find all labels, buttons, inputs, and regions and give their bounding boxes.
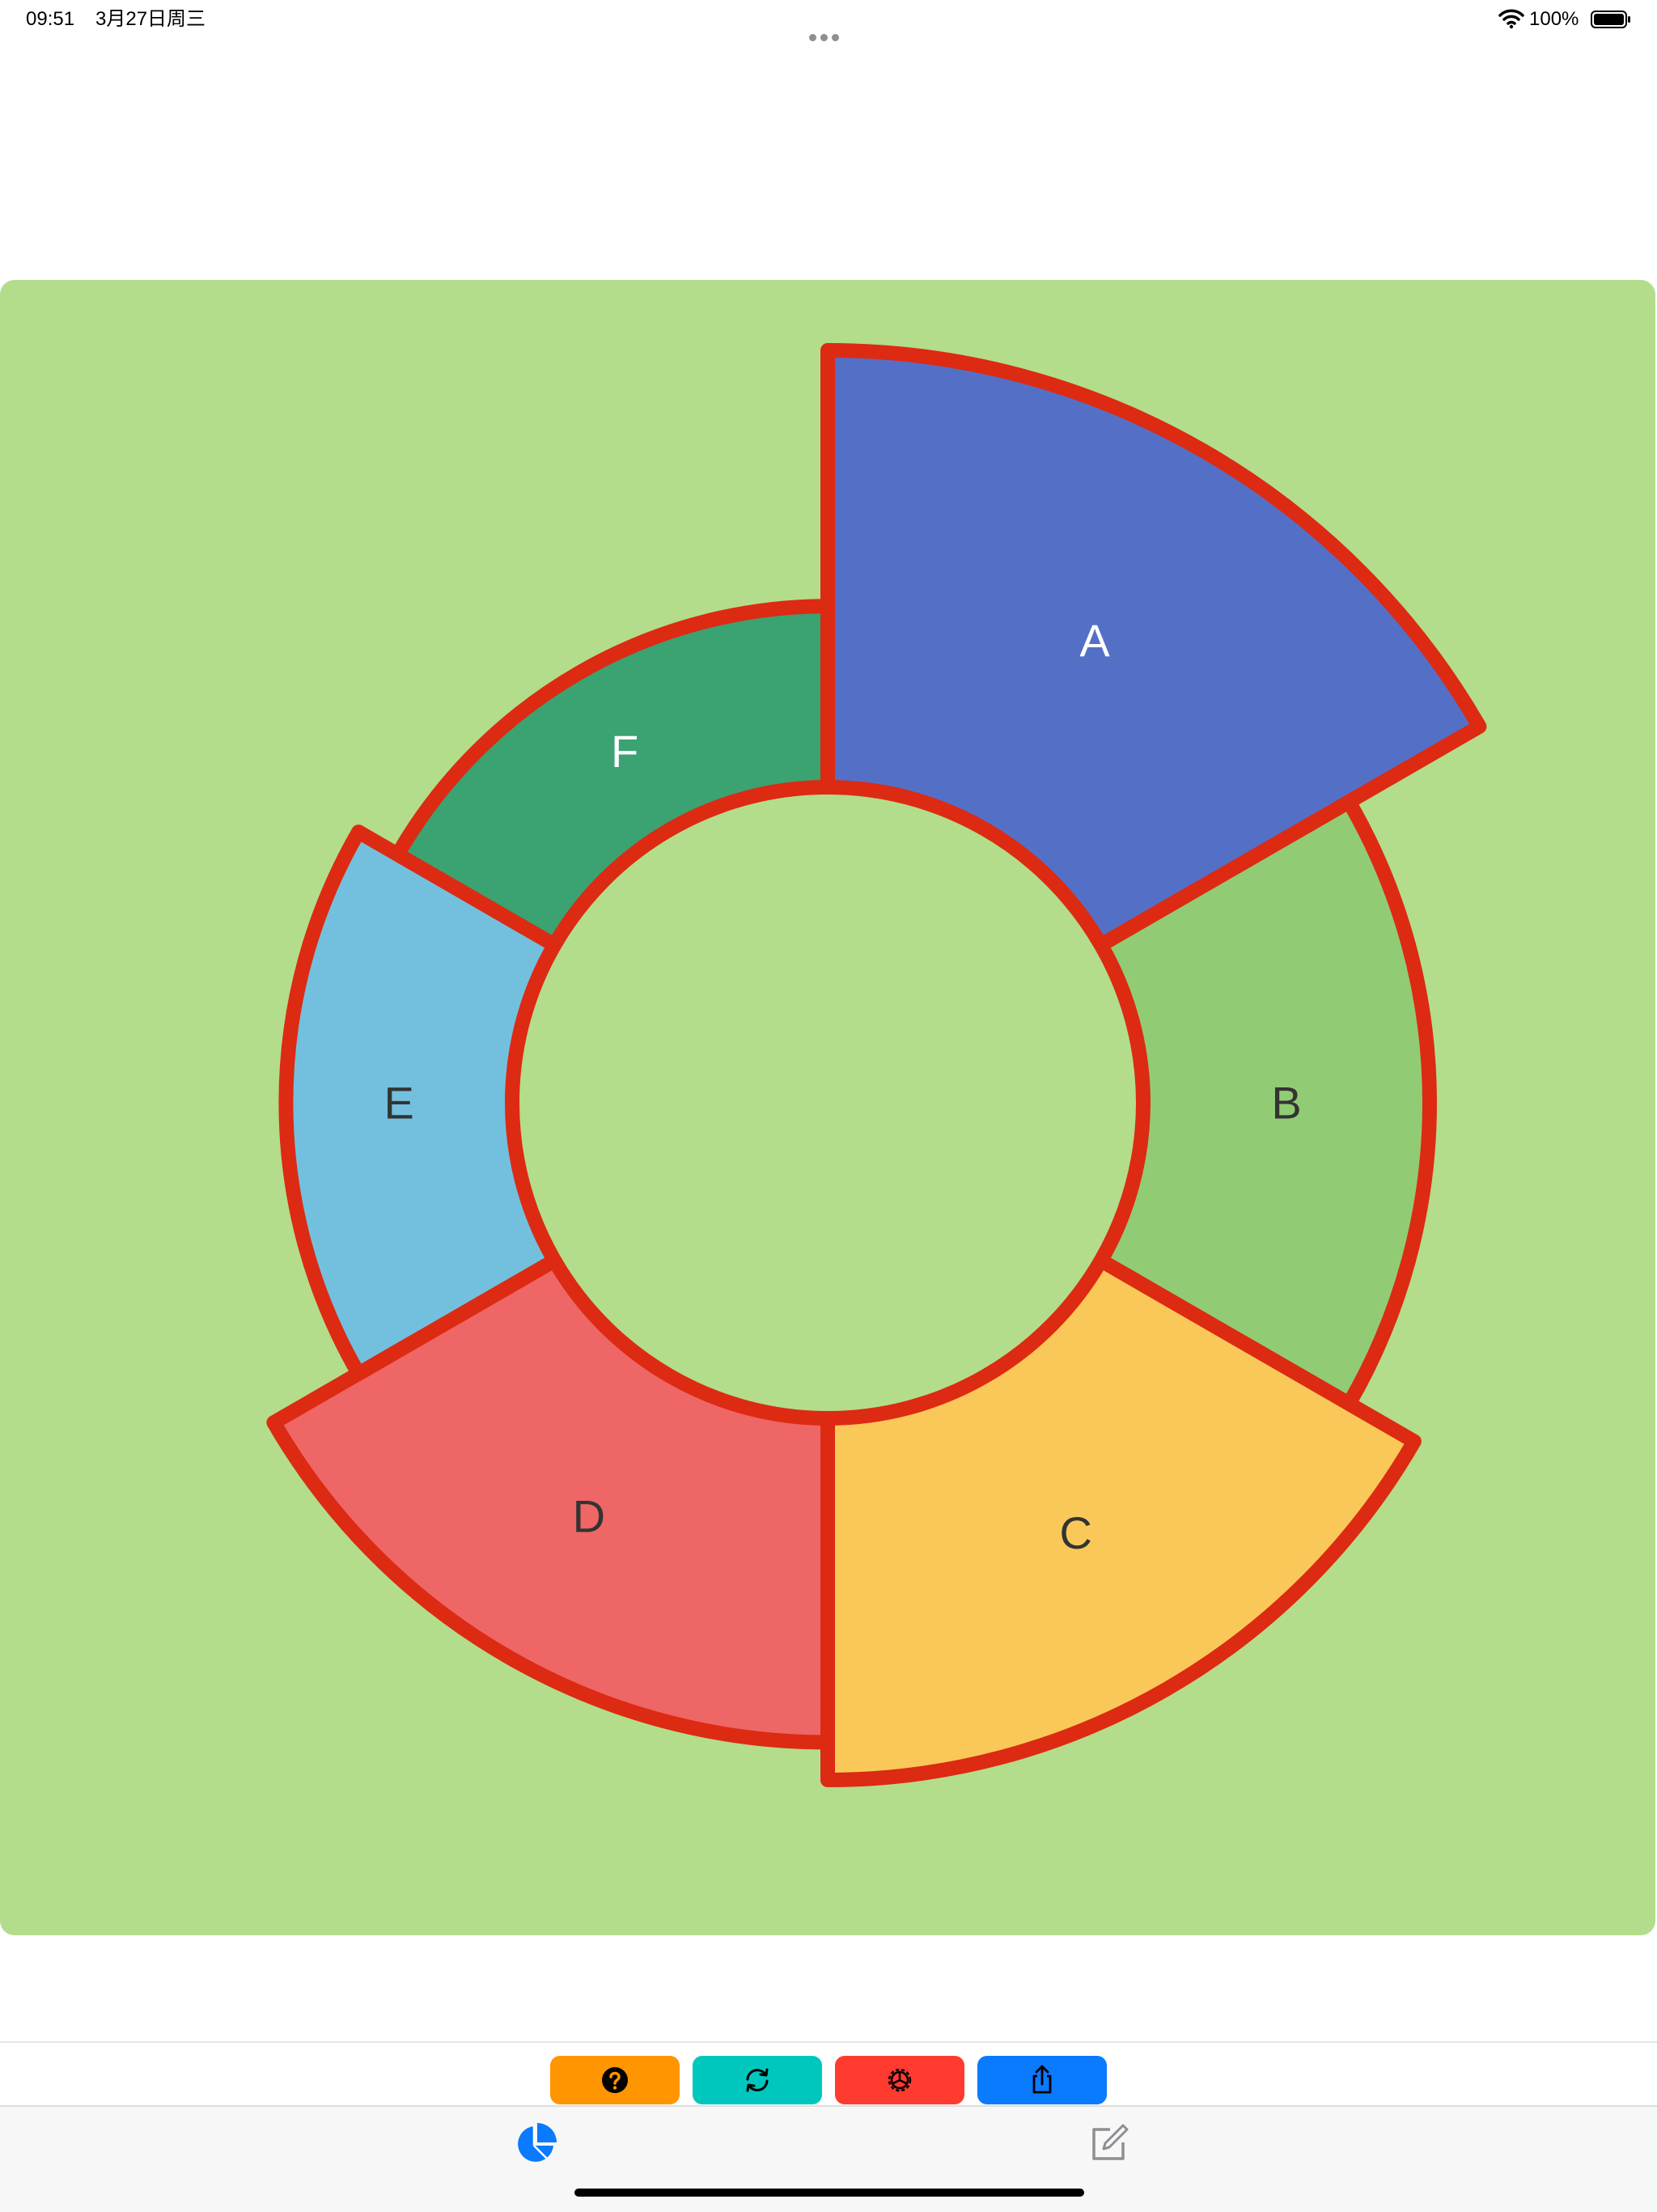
chart-label-b: B: [1271, 1078, 1301, 1129]
refresh-button[interactable]: [693, 2056, 822, 2104]
chart-label-f: F: [611, 726, 638, 777]
status-date: 3月27日周三: [95, 8, 206, 30]
gear-icon: [888, 2068, 912, 2092]
wifi-icon: [1498, 9, 1524, 29]
settings-button[interactable]: [835, 2056, 964, 2104]
edit-icon[interactable]: [1086, 2121, 1131, 2167]
refresh-icon: [746, 2068, 769, 2092]
share-button[interactable]: [977, 2056, 1107, 2104]
chart-label-a: A: [1079, 615, 1110, 666]
home-indicator: [574, 2189, 1084, 2197]
toolbar-separator: [0, 2041, 1657, 2043]
help-button[interactable]: [550, 2056, 680, 2104]
pie-chart-icon[interactable]: [513, 2121, 558, 2167]
question-icon: [602, 2067, 628, 2093]
chart-label-c: C: [1060, 1507, 1092, 1558]
battery-icon: [1591, 11, 1630, 28]
chart-label-d: D: [573, 1491, 605, 1542]
chart-label-e: E: [384, 1078, 414, 1129]
chart-panel: A B C D E F: [0, 280, 1655, 1935]
status-time: 09:51: [26, 8, 75, 30]
share-icon: [1032, 2065, 1052, 2094]
status-bar: 09:51 3月27日周三 100%: [0, 0, 1657, 41]
battery-percentage: 100%: [1529, 8, 1579, 30]
donut-chart: A B C D E F: [266, 343, 1487, 1787]
more-dots-icon[interactable]: [809, 16, 848, 41]
